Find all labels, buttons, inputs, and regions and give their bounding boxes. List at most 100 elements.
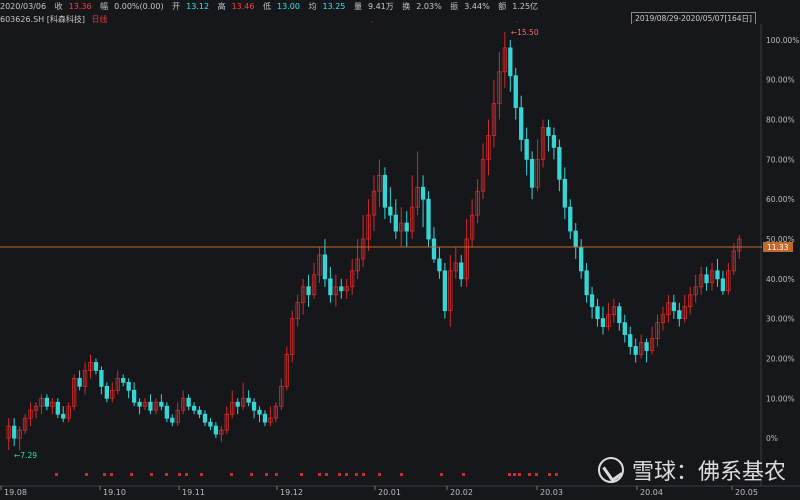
event-marker-bottom — [265, 473, 268, 476]
event-marker-bottom — [130, 473, 133, 476]
event-marker-bottom — [85, 473, 88, 476]
x-tick-label: 19.11 — [182, 488, 205, 497]
y-tick-label: 70.00% — [766, 155, 795, 164]
y-tick-label: 0% — [766, 434, 778, 443]
chart-grid — [0, 24, 800, 500]
candle-body — [186, 397, 191, 407]
candle-body — [617, 306, 622, 324]
event-marker-bottom — [230, 473, 233, 476]
event-marker-bottom — [513, 473, 516, 476]
event-marker-bottom — [508, 473, 511, 476]
event-marker-bottom — [318, 473, 321, 476]
x-tick-label: 19.08 — [4, 488, 27, 497]
candle-body — [431, 238, 437, 260]
watermark: 雪球：佛系基农 — [597, 454, 786, 486]
event-marker-bottom — [548, 473, 551, 476]
candle-body — [529, 158, 535, 188]
event-marker-bottom — [338, 473, 341, 476]
candle-body — [519, 107, 524, 140]
candle-body — [202, 413, 208, 423]
high-price-annotation: ←15.50 — [511, 28, 539, 37]
event-marker-bottom — [200, 473, 203, 476]
event-marker-bottom — [400, 473, 403, 476]
y-tick-label: 30.00% — [766, 315, 795, 324]
candle-body — [628, 334, 633, 347]
candle-body — [704, 274, 709, 284]
candle-body — [393, 214, 398, 232]
event-marker-bottom — [103, 473, 106, 476]
candle-body — [104, 385, 110, 399]
candle-body — [600, 318, 606, 328]
candle-body — [197, 409, 202, 415]
event-marker-bottom — [300, 473, 303, 476]
event-marker-bottom — [110, 473, 113, 476]
event-marker-bottom — [462, 473, 465, 476]
x-tick-label: 20.04 — [640, 488, 663, 497]
x-tick-label: 20.03 — [540, 488, 563, 497]
candle-body — [557, 147, 562, 180]
candle-body — [382, 174, 388, 208]
event-marker-bottom — [440, 473, 443, 476]
candle-body — [262, 413, 268, 423]
candle-body — [148, 401, 153, 411]
y-tick-label: 60.00% — [766, 195, 795, 204]
candle-body — [524, 139, 529, 160]
candle-body — [388, 206, 393, 216]
candle-body — [159, 401, 164, 407]
low-price-annotation: ←7.29 — [14, 451, 37, 460]
y-tick-label: 20.00% — [766, 354, 795, 363]
candle-body — [546, 127, 551, 136]
x-tick-label: 20.02 — [450, 488, 473, 497]
event-marker-top: ˇ — [370, 21, 374, 29]
candle — [442, 262, 448, 319]
x-tick-label: 20.05 — [735, 488, 758, 497]
event-marker-bottom — [250, 473, 253, 476]
candle-body — [251, 401, 257, 411]
candle-body — [644, 342, 649, 351]
x-tick-label: 19.10 — [103, 488, 126, 497]
candlestick-chart[interactable]: 100.00%90.00%80.00%70.00%60.00%50.00%40.… — [0, 0, 800, 500]
event-marker-bottom — [528, 473, 531, 476]
event-marker-bottom — [150, 473, 153, 476]
candle-body — [131, 389, 137, 403]
candle-body — [426, 198, 431, 240]
event-marker-bottom — [275, 473, 278, 476]
plot-background — [0, 24, 800, 500]
candle-body — [93, 362, 99, 371]
candle-body — [246, 397, 251, 403]
candle-body — [437, 258, 442, 272]
candle-body — [562, 178, 567, 208]
candle-body — [126, 381, 131, 391]
candle-body — [568, 206, 573, 232]
current-price-label: 11.33 — [767, 243, 789, 252]
candle-body — [720, 278, 726, 292]
candle-body — [137, 401, 142, 407]
candle-body — [404, 222, 409, 232]
candle-body — [257, 409, 262, 415]
candle-body — [12, 425, 17, 439]
event-marker-bottom — [185, 473, 188, 476]
candle-body — [99, 370, 104, 387]
candle-body — [513, 75, 518, 109]
xueqiu-logo-icon — [597, 457, 624, 483]
y-tick-label: 90.00% — [766, 76, 795, 85]
event-marker-bottom — [178, 473, 181, 476]
candle-body — [573, 230, 578, 248]
candle-body — [420, 186, 426, 200]
candle-body — [551, 135, 557, 148]
candle-body — [170, 417, 175, 423]
candle-body — [508, 47, 513, 77]
y-tick-label: 80.00% — [766, 116, 795, 125]
event-marker-bottom — [345, 473, 348, 476]
event-marker-top: ˇ — [95, 21, 99, 29]
candle-body — [164, 405, 169, 419]
candle-body — [61, 413, 66, 419]
event-marker-bottom — [325, 473, 328, 476]
candle — [426, 191, 431, 247]
y-tick-label: 10.00% — [766, 394, 795, 403]
candle-body — [213, 425, 219, 435]
event-marker-bottom — [555, 473, 558, 476]
candle-body — [579, 246, 584, 272]
x-tick-label: 20.01 — [378, 488, 401, 497]
candle-body — [633, 346, 638, 355]
